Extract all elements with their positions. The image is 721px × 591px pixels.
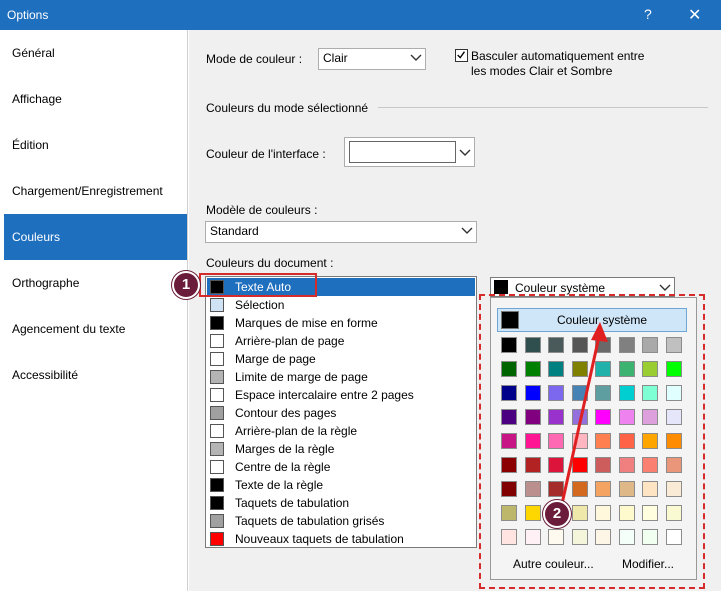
document-colors-label: Couleurs du document :: [206, 256, 334, 270]
element-color-swatch: [210, 388, 224, 402]
element-row[interactable]: Marges de la règle: [207, 440, 475, 458]
selected-mode-heading: Couleurs du mode sélectionné: [206, 101, 369, 115]
element-row[interactable]: Contour des pages: [207, 404, 475, 422]
element-color-swatch: [210, 316, 224, 330]
element-row[interactable]: Texte de la règle: [207, 476, 475, 494]
nav-item-display[interactable]: Affichage: [4, 76, 187, 122]
element-label: Arrière-plan de page: [235, 334, 345, 348]
nav-item-load-save[interactable]: Chargement/Enregistrement: [4, 168, 187, 214]
check-icon: [457, 51, 466, 59]
color-mode-value: Clair: [323, 51, 348, 65]
nav-item-general[interactable]: Général: [4, 30, 187, 76]
interface-color-select[interactable]: [344, 137, 475, 167]
element-color-swatch: [210, 298, 224, 312]
element-color-swatch: [210, 478, 224, 492]
auto-switch-checkbox[interactable]: [455, 49, 468, 62]
element-row[interactable]: Arrière-plan de la règle: [207, 422, 475, 440]
element-label: Marge de page: [235, 352, 316, 366]
element-label: Nouveaux taquets de tabulation: [235, 532, 404, 546]
color-model-value: Standard: [210, 224, 259, 238]
chevron-down-icon: [410, 54, 422, 61]
element-color-swatch: [210, 370, 224, 384]
element-row[interactable]: Nouveaux taquets de tabulation: [207, 530, 475, 548]
element-label: Contour des pages: [235, 406, 337, 420]
title-bar: Options ? ✕: [0, 0, 721, 30]
nav-item-spelling[interactable]: Orthographe: [4, 260, 187, 306]
step-badge-1: 1: [172, 271, 200, 299]
auto-switch-label-line2: les modes Clair et Sombre: [471, 64, 613, 78]
element-row[interactable]: Marques de mise en forme: [207, 314, 475, 332]
document-elements-list[interactable]: Texte Auto Sélection Marques de mise en fo…: [205, 276, 477, 548]
element-label: Arrière-plan de la règle: [235, 424, 358, 438]
element-color-swatch: [210, 424, 224, 438]
element-color-swatch: [210, 532, 224, 546]
element-label: Taquets de tabulation grisés: [235, 514, 385, 528]
close-button[interactable]: ✕: [688, 5, 701, 25]
element-row[interactable]: Limite de marge de page: [207, 368, 475, 386]
element-label: Espace intercalaire entre 2 pages: [235, 388, 414, 402]
window-title: Options: [7, 8, 49, 22]
element-row[interactable]: Taquets de tabulation: [207, 494, 475, 512]
element-color-swatch: [210, 496, 224, 510]
element-label: Marges de la règle: [235, 442, 335, 456]
options-nav: Général Affichage Édition Chargement/Enr…: [0, 30, 188, 591]
element-color-swatch: [210, 442, 224, 456]
auto-switch-label-line1: Basculer automatiquement entre: [471, 49, 645, 63]
color-model-label: Modèle de couleurs :: [206, 203, 318, 217]
element-color-swatch: [210, 514, 224, 528]
element-color-swatch: [210, 334, 224, 348]
chevron-down-icon: [459, 149, 471, 156]
nav-item-colors[interactable]: Couleurs: [4, 214, 187, 260]
color-mode-label: Mode de couleur :: [206, 52, 303, 66]
element-color-swatch: [210, 352, 224, 366]
color-mode-select[interactable]: Clair: [318, 48, 426, 70]
step-badge-2: 2: [543, 500, 571, 528]
help-button[interactable]: ?: [644, 6, 652, 22]
chevron-down-icon: [461, 227, 473, 234]
color-picker-value: Couleur système: [515, 281, 606, 295]
nav-item-editing[interactable]: Édition: [4, 122, 187, 168]
element-label: Marques de mise en forme: [235, 316, 378, 330]
nav-item-accessibility[interactable]: Accessibilité: [4, 352, 187, 398]
element-row[interactable]: Sélection: [207, 296, 475, 314]
arrow-annotation: [558, 322, 608, 514]
selected-color-swatch: [494, 280, 508, 294]
element-row[interactable]: Arrière-plan de page: [207, 332, 475, 350]
section-divider: [378, 107, 708, 108]
element-label: Centre de la règle: [235, 460, 331, 474]
element-row[interactable]: Taquets de tabulation grisés: [207, 512, 475, 530]
highlight-box-texte-auto: [199, 273, 317, 297]
element-label: Limite de marge de page: [235, 370, 368, 384]
element-color-swatch: [210, 406, 224, 420]
element-row[interactable]: Espace intercalaire entre 2 pages: [207, 386, 475, 404]
element-row[interactable]: Centre de la règle: [207, 458, 475, 476]
interface-color-swatch: [349, 141, 456, 163]
element-label: Taquets de tabulation: [235, 496, 350, 510]
element-row[interactable]: Marge de page: [207, 350, 475, 368]
nav-item-text-layout[interactable]: Agencement du texte: [4, 306, 187, 352]
color-model-select[interactable]: Standard: [205, 221, 477, 243]
element-label: Sélection: [235, 298, 285, 312]
interface-color-label: Couleur de l'interface :: [206, 147, 326, 161]
element-color-swatch: [210, 460, 224, 474]
element-label: Texte de la règle: [235, 478, 324, 492]
chevron-down-icon: [659, 284, 671, 291]
